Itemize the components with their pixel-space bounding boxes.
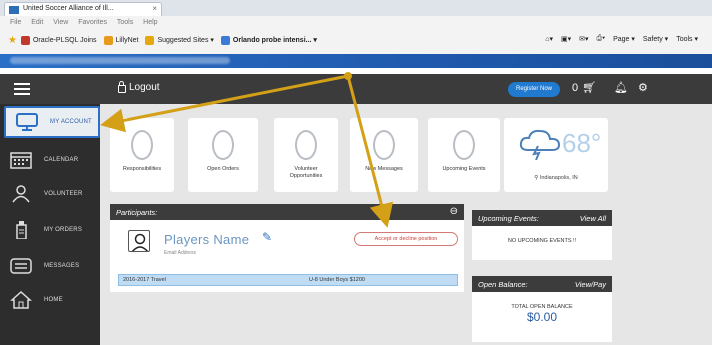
temperature: 68° (562, 128, 602, 158)
stat-card-upcoming-events[interactable]: Upcoming Events (428, 118, 500, 192)
open-balance-body: TOTAL OPEN BALANCE $0.00 (472, 292, 612, 342)
stat-card-volunteer-opportunities[interactable]: Volunteer Opportunities (274, 118, 338, 192)
sidebar-item-label: VOLUNTEER (44, 191, 83, 197)
hamburger-menu-icon[interactable] (14, 83, 30, 95)
sidebar: MY ACCOUNT CALENDAR VOLUNTEER MY ORDERS … (0, 104, 100, 345)
gear-icon[interactable]: ⚙ (638, 81, 648, 94)
menu-favorites[interactable]: Favorites (78, 19, 107, 26)
participants-title: Participants: (116, 208, 158, 217)
nav-icons: 🔔︎ ⚙ (614, 81, 648, 94)
main-content: Responsibilities Open Orders Volunteer O… (100, 104, 712, 345)
view-pay-link[interactable]: View/Pay (575, 280, 606, 289)
volunteer-icon (10, 185, 34, 203)
player-name[interactable]: Players Name (164, 232, 249, 247)
sidebar-item-my-account[interactable]: MY ACCOUNT (4, 106, 100, 138)
avatar-icon (128, 230, 150, 252)
orders-icon (10, 221, 34, 240)
print-icon[interactable]: ⎙▾ (597, 35, 606, 43)
stat-card-responsibilities[interactable]: Responsibilities (110, 118, 174, 192)
collapse-icon[interactable]: ⊖ (450, 206, 458, 217)
browser-tab[interactable]: United Soccer Alliance of Ill... × (4, 2, 162, 16)
home-icon (10, 290, 34, 309)
favicon-icon (9, 6, 19, 14)
register-now-button[interactable]: Register Now (508, 82, 560, 97)
sidebar-item-label: MY ORDERS (44, 227, 83, 233)
cart-count: 0 (572, 81, 579, 94)
feeds-icon[interactable]: ▣▾ (561, 35, 571, 43)
registration-season: 2016-2017 Travel (123, 277, 166, 283)
command-bar: ⌂▾ ▣▾ ✉▾ ⎙▾ Page ▾ Safety ▾ Tools ▾ (545, 35, 698, 43)
balance-amount: $0.00 (526, 310, 558, 324)
no-events-text: NO UPCOMING EVENTS !! (507, 238, 577, 244)
logout-label: Logout (129, 82, 160, 93)
page-menu[interactable]: Page ▾ (613, 35, 635, 43)
calendar-icon (10, 151, 34, 169)
count-ring (212, 130, 234, 160)
favorites-star-icon[interactable]: ★ (8, 35, 17, 46)
mail-icon[interactable]: ✉▾ (579, 35, 588, 43)
bell-icon[interactable]: 🔔︎ (614, 81, 628, 94)
weather-location: ⚲ Indianapolis, IN (534, 175, 578, 181)
player-email: Email Address (164, 250, 196, 256)
menu-view[interactable]: View (53, 19, 68, 26)
sidebar-item-my-orders[interactable]: MY ORDERS (0, 214, 100, 246)
edit-icon[interactable]: ✎ (262, 230, 272, 244)
sidebar-item-calendar[interactable]: CALENDAR (0, 144, 100, 176)
blurred-text (10, 57, 230, 64)
count-ring (131, 130, 153, 160)
upcoming-events-header: Upcoming Events: View All (472, 210, 612, 226)
count-ring (373, 130, 395, 160)
registration-team: U-8 Under Boys $1200 (309, 277, 365, 283)
safety-menu[interactable]: Safety ▾ (643, 35, 668, 43)
favorite-oracle[interactable]: Oracle-PLSQL Joins (20, 35, 97, 45)
suggested-sites-icon (145, 35, 155, 45)
view-all-link[interactable]: View All (580, 214, 606, 223)
sidebar-item-messages[interactable]: MESSAGES (0, 250, 100, 282)
tab-bar: United Soccer Alliance of Ill... × (0, 0, 712, 16)
logout-link[interactable]: Logout (118, 80, 160, 93)
count-ring (295, 130, 317, 160)
registration-row[interactable]: 2016-2017 Travel U-8 Under Boys $1200 (118, 274, 458, 286)
sidebar-item-label: MY ACCOUNT (50, 119, 92, 125)
tab-title: United Soccer Alliance of Ill... (23, 5, 114, 12)
cart-button[interactable]: 0 🛒︎ (572, 81, 597, 95)
site-header-strip (0, 54, 712, 68)
sidebar-item-label: CALENDAR (44, 157, 79, 163)
menu-edit[interactable]: Edit (31, 19, 43, 26)
cart-icon: 🛒︎ (582, 82, 597, 94)
accept-decline-button[interactable]: Accept or decline position (354, 232, 458, 246)
tab-close-icon[interactable]: × (152, 4, 157, 13)
lillynet-icon (103, 35, 113, 45)
favorite-suggested-sites[interactable]: Suggested Sites ▾ (145, 35, 214, 45)
messages-icon (10, 257, 34, 275)
browser-chrome: United Soccer Alliance of Ill... × File … (0, 0, 712, 54)
home-toolbar-icon[interactable]: ⌂▾ (545, 35, 553, 43)
count-ring (453, 130, 475, 160)
page-icon (220, 35, 230, 45)
sidebar-item-home[interactable]: HOME (0, 284, 100, 316)
lock-icon (118, 80, 126, 93)
favorite-orlando[interactable]: Orlando probe intensi... ▾ (220, 35, 317, 45)
menu-file[interactable]: File (10, 19, 21, 26)
sidebar-item-label: MESSAGES (44, 263, 80, 269)
participants-header: Participants: ⊖ (110, 204, 464, 220)
stat-card-new-messages[interactable]: New Messages (350, 118, 418, 192)
weather-widget: 68° ⚲ Indianapolis, IN (504, 118, 608, 192)
menu-help[interactable]: Help (143, 19, 157, 26)
cloud-lightning-icon (519, 129, 561, 160)
open-balance-header: Open Balance: View/Pay (472, 276, 612, 292)
menu-bar: File Edit View Favorites Tools Help (0, 17, 712, 29)
sidebar-item-volunteer[interactable]: VOLUNTEER (0, 178, 100, 210)
monitor-icon (16, 113, 40, 131)
favorite-lillynet[interactable]: LillyNet (103, 35, 138, 45)
upcoming-events-body: NO UPCOMING EVENTS !! (472, 226, 612, 260)
open-balance-title: Open Balance: (478, 280, 528, 289)
tools-menu[interactable]: Tools ▾ (676, 35, 698, 43)
sidebar-item-label: HOME (44, 297, 63, 303)
stat-card-open-orders[interactable]: Open Orders (188, 118, 258, 192)
menu-tools[interactable]: Tools (117, 19, 133, 26)
top-nav: Logout Register Now 0 🛒︎ 🔔︎ ⚙ (0, 74, 712, 104)
upcoming-events-title: Upcoming Events: (478, 214, 539, 223)
oracle-icon (20, 35, 30, 45)
